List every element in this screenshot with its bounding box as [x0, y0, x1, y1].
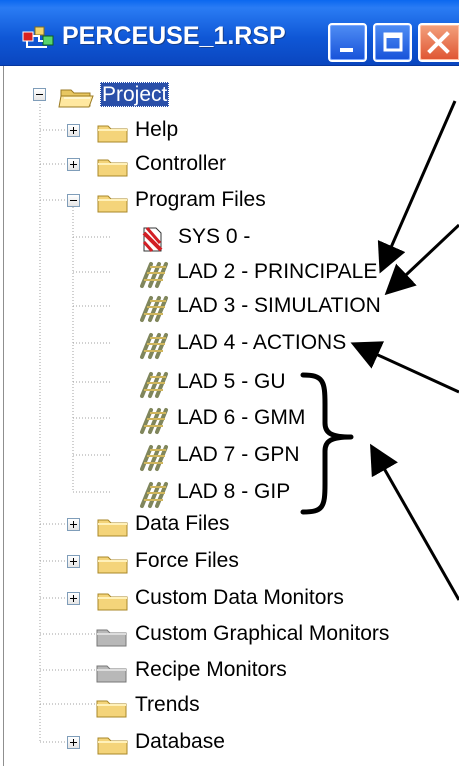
project-tree-icon	[19, 24, 57, 52]
trends-label[interactable]: Trends	[135, 688, 200, 722]
expand-force-files-icon[interactable]	[67, 555, 80, 568]
gray-folder-icon	[95, 624, 128, 648]
gray-folder-icon	[95, 660, 128, 684]
maximize-icon	[383, 32, 403, 52]
close-button[interactable]	[418, 23, 459, 62]
lad6-label[interactable]: LAD 6 - GMM	[177, 401, 305, 435]
maximize-button[interactable]	[373, 23, 412, 62]
tree-node-project[interactable]: Project	[33, 77, 193, 111]
tree-node-lad5[interactable]: LAD 5 - GU	[137, 365, 297, 399]
tree-node-custom-data-monitors[interactable]: Custom Data Monitors	[67, 581, 367, 615]
close-icon	[427, 31, 450, 54]
tree-node-lad3[interactable]: LAD 3 - SIMULATION	[137, 289, 397, 323]
tree-node-force-files[interactable]: Force Files	[67, 544, 247, 578]
window-title: PERCEUSE_1.RSP	[62, 22, 286, 50]
collapse-project-icon[interactable]	[33, 88, 46, 101]
tree-node-lad7[interactable]: LAD 7 - GPN	[137, 438, 307, 472]
lad7-label[interactable]: LAD 7 - GPN	[177, 438, 300, 472]
lad5-label[interactable]: LAD 5 - GU	[177, 365, 286, 399]
tree-node-trends[interactable]: Trends	[95, 688, 245, 722]
folder-icon	[96, 588, 129, 612]
help-label[interactable]: Help	[135, 113, 178, 147]
project-window: PERCEUSE_1.RSP Project Help Controller P…	[0, 0, 459, 766]
tree-node-program-files[interactable]: Program Files	[67, 183, 277, 217]
folder-icon	[96, 551, 129, 575]
data-files-label[interactable]: Data Files	[135, 507, 230, 541]
ladder-file-icon	[137, 332, 170, 359]
ladder-file-icon	[137, 444, 170, 471]
lad4-label[interactable]: LAD 4 - ACTIONS	[177, 326, 346, 360]
application-screenshot: PERCEUSE_1.RSP Project Help Controller P…	[0, 0, 459, 766]
folder-icon	[96, 514, 129, 538]
project-label[interactable]: Project	[100, 82, 170, 107]
tree-node-lad8[interactable]: LAD 8 - GIP	[137, 475, 297, 509]
expand-data-files-icon[interactable]	[67, 518, 80, 531]
tree-node-help[interactable]: Help	[67, 113, 187, 147]
tree-node-sys0[interactable]: SYS 0 -	[139, 220, 269, 254]
tree-node-lad6[interactable]: LAD 6 - GMM	[137, 401, 307, 435]
tree-node-lad4[interactable]: LAD 4 - ACTIONS	[137, 326, 367, 360]
expand-database-icon[interactable]	[67, 736, 80, 749]
ladder-file-icon	[137, 295, 170, 322]
open-folder-icon	[58, 84, 94, 108]
tree-node-recipe-monitors[interactable]: Recipe Monitors	[95, 653, 315, 687]
custom-graphical-monitors-label[interactable]: Custom Graphical Monitors	[135, 617, 389, 651]
lad3-label[interactable]: LAD 3 - SIMULATION	[177, 289, 381, 323]
ladder-file-icon	[137, 371, 170, 398]
lad8-label[interactable]: LAD 8 - GIP	[177, 475, 290, 509]
lad2-label[interactable]: LAD 2 - PRINCIPALE	[177, 255, 377, 289]
database-label[interactable]: Database	[135, 725, 225, 759]
expand-help-icon[interactable]	[67, 124, 80, 137]
custom-data-monitors-label[interactable]: Custom Data Monitors	[135, 581, 344, 615]
recipe-monitors-label[interactable]: Recipe Monitors	[135, 653, 287, 687]
controller-label[interactable]: Controller	[135, 147, 226, 181]
ladder-file-icon	[137, 261, 170, 288]
expand-controller-icon[interactable]	[67, 158, 80, 171]
collapse-program-files-icon[interactable]	[67, 194, 80, 207]
tree-node-custom-graphical-monitors[interactable]: Custom Graphical Monitors	[95, 617, 410, 651]
tree-node-lad2[interactable]: LAD 2 - PRINCIPALE	[137, 255, 387, 289]
minimize-button[interactable]	[328, 23, 367, 62]
window-titlebar[interactable]: PERCEUSE_1.RSP	[0, 0, 459, 66]
program-files-label[interactable]: Program Files	[135, 183, 266, 217]
folder-icon	[95, 695, 128, 719]
folder-icon	[96, 732, 129, 756]
folder-icon	[96, 120, 129, 144]
tree-node-database[interactable]: Database	[67, 725, 257, 759]
ladder-file-icon	[137, 407, 170, 434]
ladder-file-icon	[137, 481, 170, 508]
folder-icon	[96, 154, 129, 178]
expand-custom-data-monitors-icon[interactable]	[67, 592, 80, 605]
system-file-icon	[139, 226, 172, 252]
force-files-label[interactable]: Force Files	[135, 544, 239, 578]
tree-node-controller[interactable]: Controller	[67, 147, 237, 181]
folder-icon	[96, 190, 129, 214]
tree-node-data-files[interactable]: Data Files	[67, 507, 237, 541]
sys0-label[interactable]: SYS 0 -	[178, 220, 250, 254]
minimize-icon	[340, 48, 353, 52]
